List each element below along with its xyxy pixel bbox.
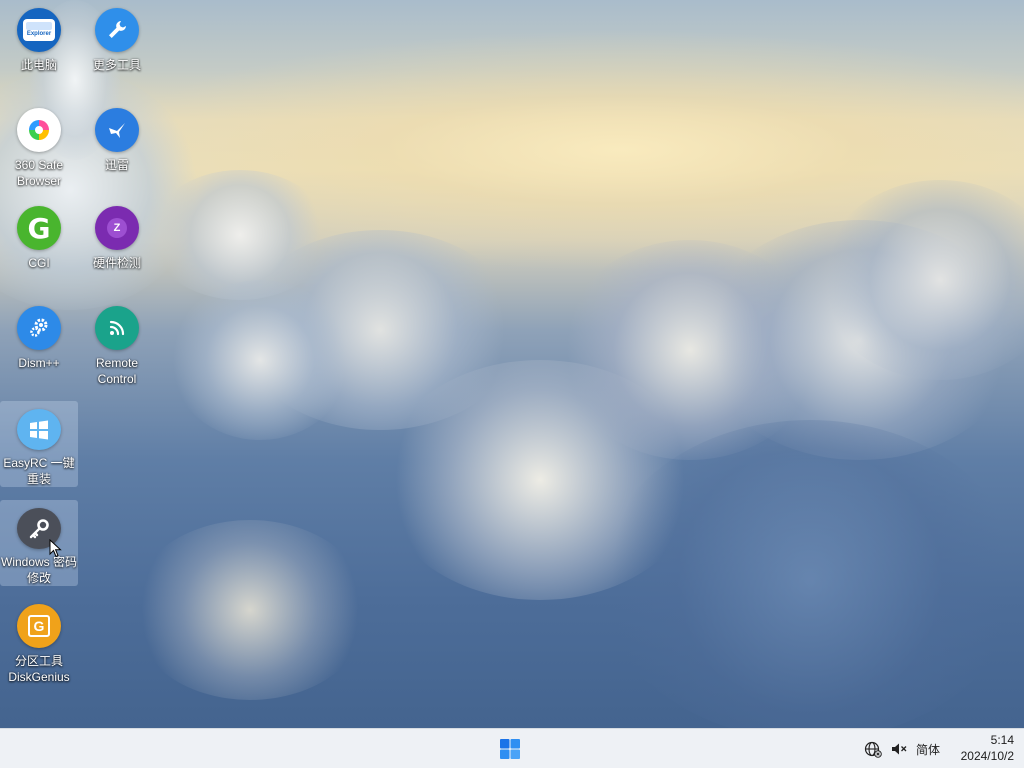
desktop-icon-label: 分区工具 DiskGenius bbox=[8, 654, 70, 684]
desktop-icon-label: EasyRC 一键重装 bbox=[3, 456, 75, 486]
volume-muted-icon[interactable] bbox=[890, 740, 908, 758]
desktop-icon-label: 硬件检测 bbox=[92, 256, 141, 270]
desktop-icon-windows-password[interactable]: Windows 密码修改 bbox=[0, 500, 78, 586]
wallpaper-cloud bbox=[170, 280, 350, 440]
360-browser-icon bbox=[17, 108, 61, 152]
taskbar: 简体 5:14 2024/10/2 bbox=[0, 728, 1024, 768]
desktop-icon-label: 迅雷 bbox=[104, 158, 129, 172]
easyrc-windows-icon bbox=[17, 409, 61, 450]
desktop-icon-hardware-check[interactable]: Z 硬件检测 bbox=[78, 198, 156, 271]
wallpaper-cloud bbox=[700, 220, 1020, 460]
wallpaper-cloud bbox=[560, 240, 820, 460]
wallpaper-cloud bbox=[150, 170, 330, 300]
desktop-icon-dism[interactable]: Dism++ bbox=[0, 298, 78, 371]
gears-icon bbox=[17, 306, 61, 350]
desktop-icon-label: 更多工具 bbox=[92, 58, 141, 72]
diskgenius-icon: G bbox=[17, 604, 61, 648]
desktop-icon-label: Windows 密码修改 bbox=[1, 555, 78, 585]
start-button[interactable] bbox=[497, 736, 523, 762]
wallpaper-cloud bbox=[240, 230, 520, 430]
xunlei-bird-icon bbox=[95, 108, 139, 152]
monitor-shape: Explorer bbox=[23, 19, 55, 41]
desktop-icon-this-pc[interactable]: Explorer 此电脑 bbox=[0, 0, 78, 73]
desktop-icon-remote-control[interactable]: Remote Control bbox=[78, 298, 156, 387]
wallpaper-cloud bbox=[380, 360, 700, 600]
desktop-icon-360-browser[interactable]: 360 Safe Browser bbox=[0, 100, 78, 189]
wrench-icon bbox=[95, 8, 139, 52]
wallpaper-cloud bbox=[600, 420, 1020, 728]
mouse-cursor-icon bbox=[49, 539, 62, 558]
desktop-icon-label: 360 Safe Browser bbox=[14, 158, 64, 188]
input-method-indicator[interactable]: 简体 bbox=[916, 741, 940, 758]
desktop[interactable]: Explorer 此电脑 360 Safe Browser G CGI Dism… bbox=[0, 0, 1024, 728]
hardware-check-icon: Z bbox=[95, 206, 139, 250]
desktop-icon-label: Dism++ bbox=[18, 356, 60, 370]
desktop-icon-label: Remote Control bbox=[95, 356, 139, 386]
windows-logo-icon bbox=[500, 739, 520, 759]
clock-time: 5:14 bbox=[990, 733, 1014, 747]
explorer-badge-text: Explorer bbox=[26, 31, 52, 37]
diskgenius-glyph: G bbox=[33, 618, 45, 634]
system-clock[interactable]: 5:14 2024/10/2 bbox=[961, 732, 1014, 764]
desktop-icon-more-tools[interactable]: 更多工具 bbox=[78, 0, 156, 73]
desktop-icon-label: CGI bbox=[28, 256, 50, 270]
this-pc-icon: Explorer bbox=[17, 8, 61, 52]
wallpaper-cloud bbox=[820, 180, 1024, 380]
cgi-icon: G bbox=[17, 206, 61, 250]
desktop-icon-label: 此电脑 bbox=[20, 58, 57, 72]
cgi-glyph: G bbox=[27, 211, 51, 245]
desktop-icon-cgi[interactable]: G CGI bbox=[0, 198, 78, 271]
desktop-icon-diskgenius[interactable]: G 分区工具 DiskGenius bbox=[0, 596, 78, 685]
remote-control-icon bbox=[95, 306, 139, 350]
desktop-icon-xunlei[interactable]: 迅雷 bbox=[78, 100, 156, 173]
network-globe-icon[interactable] bbox=[864, 740, 882, 758]
clock-date: 2024/10/2 bbox=[960, 749, 1014, 763]
desktop-icon-easyrc[interactable]: EasyRC 一键重装 bbox=[0, 401, 78, 487]
wallpaper-cloud bbox=[130, 520, 370, 700]
hardware-check-glyph: Z bbox=[113, 222, 121, 234]
